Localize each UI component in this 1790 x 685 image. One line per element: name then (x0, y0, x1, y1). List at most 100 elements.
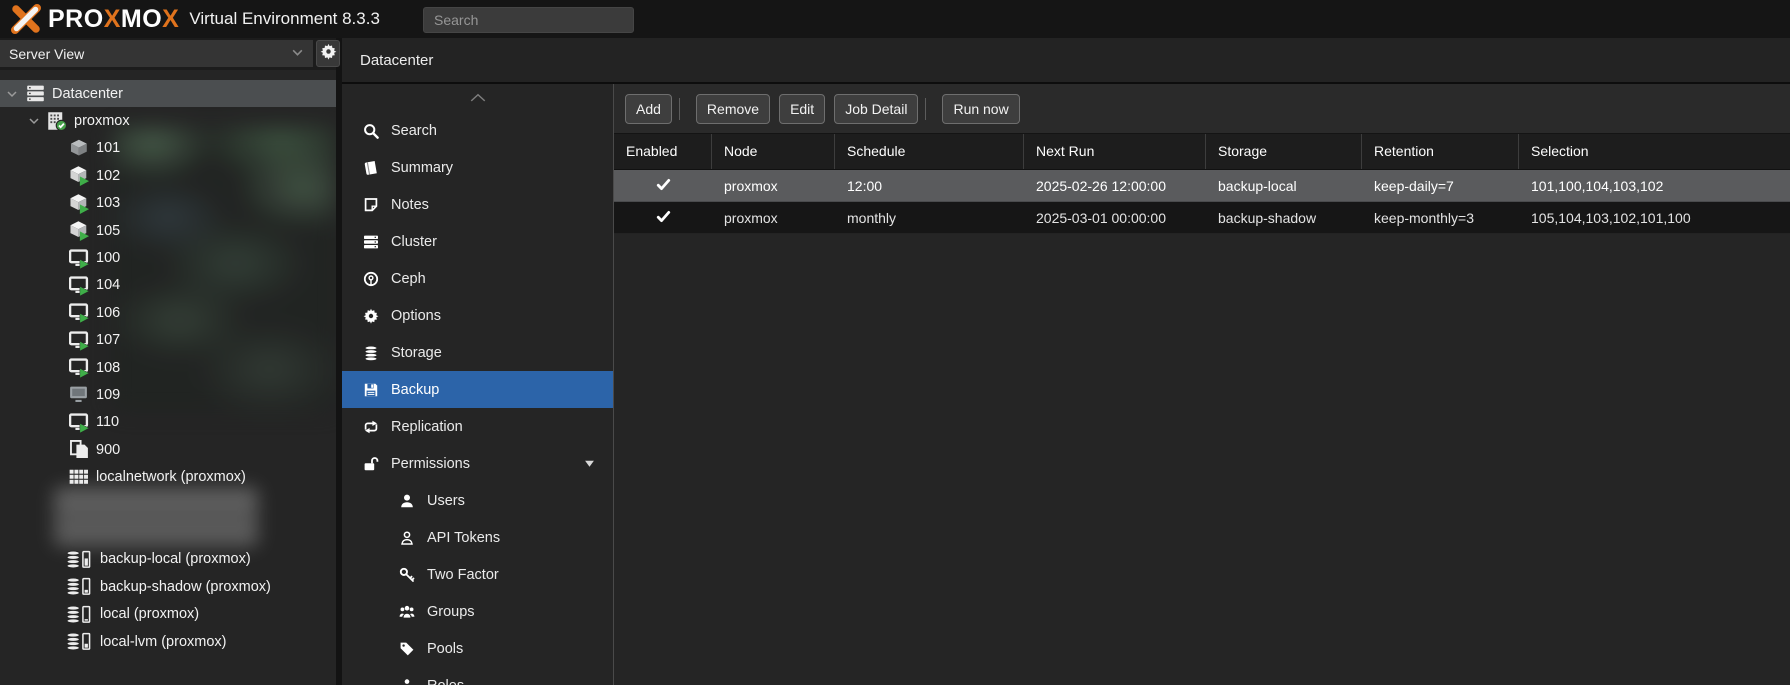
proxmox-logo-icon (10, 4, 42, 34)
tree-item-label: 106 (96, 305, 120, 321)
cell-storage: backup-shadow (1206, 210, 1362, 226)
tree-item-108[interactable]: 108 (0, 354, 336, 381)
tree-item-localnetwork-proxmox-[interactable]: localnetwork (proxmox) (0, 463, 336, 490)
backup-toolbar: Add Remove Edit Job Detail Run now (614, 84, 1790, 134)
tree-item-104[interactable]: 104 (0, 272, 336, 299)
menu-item-label: Ceph (391, 271, 426, 287)
options-icon (362, 308, 380, 324)
view-selector-label: Server View (9, 46, 84, 62)
column-header-selection[interactable]: Selection (1519, 134, 1790, 169)
cell-retention: keep-monthly=3 (1362, 210, 1519, 226)
tree-item-datacenter[interactable]: Datacenter (0, 80, 336, 107)
tree-item-local-proxmox-[interactable]: local (proxmox) (0, 600, 336, 627)
column-header-next_run[interactable]: Next Run (1024, 134, 1206, 169)
column-header-storage[interactable]: Storage (1206, 134, 1362, 169)
add-button[interactable]: Add (625, 94, 672, 124)
vm-running-icon (66, 357, 92, 378)
tree-item-redacted[interactable] (0, 518, 336, 545)
tree-item-label: 103 (96, 195, 120, 211)
cell-next_run: 2025-03-01 00:00:00 (1024, 210, 1206, 226)
network-icon (66, 469, 92, 485)
menu-item-backup[interactable]: Backup (342, 371, 613, 408)
menu-item-groups[interactable]: Groups (342, 593, 613, 630)
menu-item-cluster[interactable]: Cluster (342, 223, 613, 260)
tree-item-109[interactable]: 109 (0, 381, 336, 408)
tree-item-backup-local-proxmox-[interactable]: backup-local (proxmox) (0, 546, 336, 573)
menu-item-permissions[interactable]: Permissions (342, 445, 613, 482)
roles-icon (398, 678, 416, 685)
menu-item-storage[interactable]: Storage (342, 334, 613, 371)
chevron-up-icon (470, 89, 486, 107)
run-now-button[interactable]: Run now (942, 94, 1019, 124)
backup-job-row-2[interactable]: proxmoxmonthly2025-03-01 00:00:00backup-… (614, 202, 1790, 234)
cell-enabled (614, 177, 712, 195)
tree-item-label: backup-local (proxmox) (100, 551, 251, 567)
tree-item-backup-shadow-proxmox-[interactable]: backup-shadow (proxmox) (0, 573, 336, 600)
tree-item-redacted[interactable] (0, 491, 336, 518)
column-header-retention[interactable]: Retention (1362, 134, 1519, 169)
triangle-down-icon[interactable] (584, 458, 595, 469)
tree-item-label: 101 (96, 140, 120, 156)
menu-item-ceph[interactable]: Ceph (342, 260, 613, 297)
job-detail-button[interactable]: Job Detail (834, 94, 918, 124)
datacenter-icon (22, 84, 48, 103)
cell-node: proxmox (712, 178, 835, 194)
caret-down-icon[interactable] (28, 115, 44, 127)
groups-icon (398, 604, 416, 620)
tree-item-102[interactable]: 102 (0, 162, 336, 189)
caret-down-icon[interactable] (6, 88, 22, 100)
search-icon (362, 123, 380, 139)
backup-job-row-1[interactable]: proxmox12:002025-02-26 12:00:00backup-lo… (614, 170, 1790, 202)
tree-item-106[interactable]: 106 (0, 299, 336, 326)
tree-item-label: 104 (96, 277, 120, 293)
tree-settings-button[interactable] (316, 40, 340, 67)
two-factor-icon (398, 567, 416, 583)
edit-button[interactable]: Edit (779, 94, 825, 124)
tree-item-105[interactable]: 105 (0, 217, 336, 244)
tree-item-label: Datacenter (52, 86, 123, 102)
menu-item-notes[interactable]: Notes (342, 186, 613, 223)
node-icon (44, 111, 70, 131)
menu-scroll-up[interactable] (342, 84, 613, 112)
menu-item-summary[interactable]: Summary (342, 149, 613, 186)
column-header-enabled[interactable]: Enabled (614, 134, 712, 169)
storage-menu-icon (362, 345, 380, 361)
cell-storage: backup-local (1206, 178, 1362, 194)
summary-icon (362, 160, 380, 176)
storage-icon (66, 632, 96, 651)
cluster-icon (362, 234, 380, 250)
menu-item-two-factor[interactable]: Two Factor (342, 556, 613, 593)
view-selector-dropdown[interactable]: Server View (0, 40, 313, 67)
tree-item-103[interactable]: 103 (0, 190, 336, 217)
menu-item-replication[interactable]: Replication (342, 408, 613, 445)
menu-item-api-tokens[interactable]: API Tokens (342, 519, 613, 556)
cell-selection: 105,104,103,102,101,100 (1519, 210, 1790, 226)
column-header-node[interactable]: Node (712, 134, 835, 169)
remove-button[interactable]: Remove (696, 94, 770, 124)
tree-item-110[interactable]: 110 (0, 409, 336, 436)
menu-item-label: Permissions (391, 456, 470, 472)
pools-icon (398, 641, 416, 657)
chevron-down-icon (291, 46, 304, 62)
vm-running-icon (66, 412, 92, 433)
menu-item-search[interactable]: Search (342, 112, 613, 149)
toolbar-separator (925, 98, 926, 120)
menu-item-pools[interactable]: Pools (342, 630, 613, 667)
tree-item-proxmox[interactable]: proxmox (0, 107, 336, 134)
tree-item-local-lvm-proxmox-[interactable]: local-lvm (proxmox) (0, 628, 336, 655)
menu-item-users[interactable]: Users (342, 482, 613, 519)
column-header-schedule[interactable]: Schedule (835, 134, 1024, 169)
api-tokens-icon (398, 530, 416, 546)
tree-item-101[interactable]: 101 (0, 135, 336, 162)
storage-icon (66, 605, 96, 624)
tree-item-100[interactable]: 100 (0, 244, 336, 271)
menu-item-options[interactable]: Options (342, 297, 613, 334)
menu-item-label: Roles (427, 678, 464, 685)
menu-item-label: Search (391, 123, 437, 139)
menu-item-label: Groups (427, 604, 475, 620)
menu-item-roles[interactable]: Roles (342, 667, 613, 685)
menu-item-label: Cluster (391, 234, 437, 250)
search-input[interactable] (423, 7, 634, 33)
tree-item-900[interactable]: 900 (0, 436, 336, 463)
tree-item-107[interactable]: 107 (0, 327, 336, 354)
